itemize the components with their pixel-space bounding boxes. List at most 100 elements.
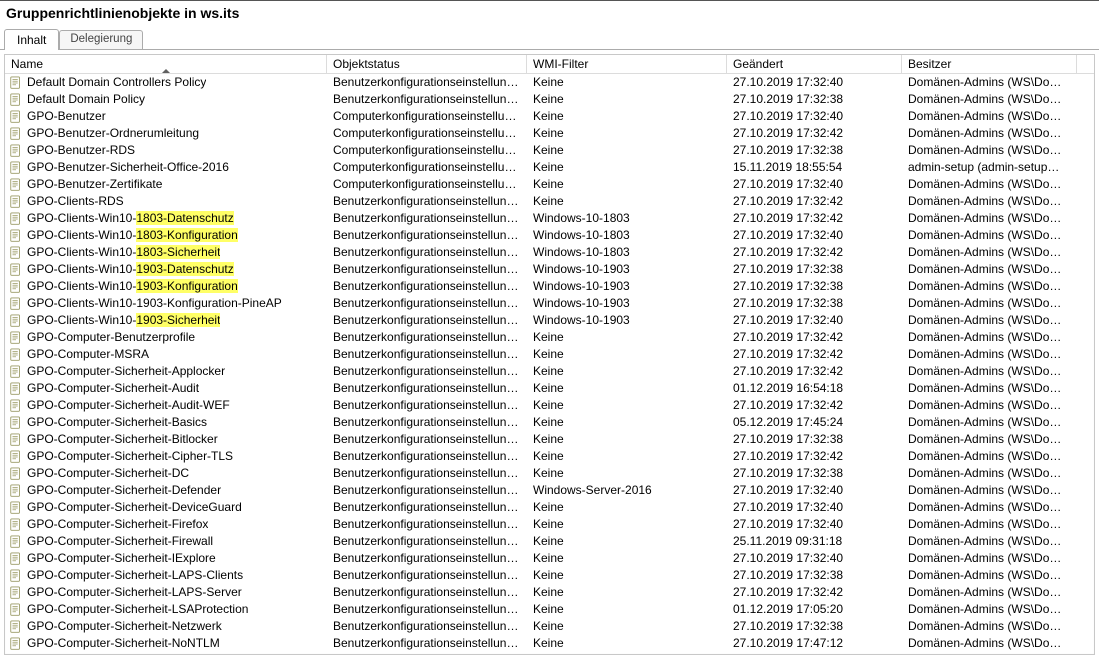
- table-row[interactable]: GPO-Clients-Win10-1903-Sicherheit Benutze…: [5, 312, 1094, 329]
- cell-name: GPO-Computer-Sicherheit-IExplore: [5, 550, 327, 567]
- cell-status: Benutzerkonfigurationseinstellungen d...: [327, 227, 527, 244]
- cell-owner: Domänen-Admins (WS\Domäne...: [902, 278, 1077, 295]
- cell-status: Benutzerkonfigurationseinstellungen d...: [327, 278, 527, 295]
- cell-name: GPO-Clients-Win10-1903-Sicherheit: [5, 312, 327, 329]
- table-row[interactable]: GPO-Computer-Sicherheit-FirefoxBenutzerk…: [5, 516, 1094, 533]
- table-row[interactable]: GPO-Computer-Sicherheit-LAPS-ClientsBenu…: [5, 567, 1094, 584]
- gpo-icon: [9, 348, 23, 362]
- table-row[interactable]: GPO-Computer-BenutzerprofileBenutzerkonf…: [5, 329, 1094, 346]
- table-row[interactable]: GPO-Computer-Sicherheit-BasicsBenutzerko…: [5, 414, 1094, 431]
- gpo-name-text: Default Domain Controllers Policy: [27, 74, 206, 91]
- column-header-status[interactable]: Objektstatus: [327, 55, 527, 73]
- gpo-icon: [9, 280, 23, 294]
- cell-name: GPO-Computer-Sicherheit-LSAProtection: [5, 601, 327, 618]
- cell-status: Benutzerkonfigurationseinstellungen d...: [327, 312, 527, 329]
- cell-wmi: Keine: [527, 125, 727, 142]
- cell-name: GPO-Clients-Win10-1803-Datenschutz: [5, 210, 327, 227]
- cell-modified: 27.10.2019 17:32:40: [727, 550, 902, 567]
- cell-modified: 27.10.2019 17:32:38: [727, 295, 902, 312]
- cell-modified: 27.10.2019 17:32:42: [727, 448, 902, 465]
- cell-wmi: Keine: [527, 550, 727, 567]
- table-row[interactable]: GPO-Clients-RDSBenutzerkonfigurationsein…: [5, 193, 1094, 210]
- cell-owner: Domänen-Admins (WS\Domäne...: [902, 329, 1077, 346]
- gpo-icon: [9, 365, 23, 379]
- cell-status: Computerkonfigurationseinstellungen d...: [327, 125, 527, 142]
- cell-wmi: Keine: [527, 108, 727, 125]
- table-row[interactable]: GPO-Computer-MSRABenutzerkonfigurationse…: [5, 346, 1094, 363]
- cell-name: GPO-Benutzer-Zertifikate: [5, 176, 327, 193]
- table-row[interactable]: GPO-Computer-Sicherheit-IExploreBenutzer…: [5, 550, 1094, 567]
- cell-status: Benutzerkonfigurationseinstellungen d...: [327, 448, 527, 465]
- tab-delegation[interactable]: Delegierung: [59, 30, 143, 49]
- column-header-modified[interactable]: Geändert: [727, 55, 902, 73]
- cell-name: GPO-Computer-Sicherheit-DC: [5, 465, 327, 482]
- table-row[interactable]: GPO-Computer-Sicherheit-DeviceGuardBenut…: [5, 499, 1094, 516]
- column-header-wmi[interactable]: WMI-Filter: [527, 55, 727, 73]
- cell-status: Computerkonfigurationseinstellungen d...: [327, 159, 527, 176]
- cell-name: GPO-Clients-Win10-1903-Datenschutz: [5, 261, 327, 278]
- cell-wmi: Keine: [527, 601, 727, 618]
- cell-status: Benutzerkonfigurationseinstellungen d...: [327, 91, 527, 108]
- column-header-name[interactable]: Name: [5, 55, 327, 73]
- gpo-name-text: GPO-Computer-Sicherheit-Audit-WEF: [27, 397, 230, 414]
- table-row[interactable]: GPO-Clients-Win10-1803-DatenschutzBenutz…: [5, 210, 1094, 227]
- table-row[interactable]: GPO-Clients-Win10-1803-SicherheitBenutze…: [5, 244, 1094, 261]
- table-row[interactable]: GPO-Computer-Sicherheit-AuditBenutzerkon…: [5, 380, 1094, 397]
- gpmc-window: Gruppenrichtlinienobjekte in ws.its Inha…: [0, 0, 1099, 659]
- cell-owner: Domänen-Admins (WS\Domäne...: [902, 346, 1077, 363]
- gpo-icon: [9, 569, 23, 583]
- cell-owner: admin-setup (admin-setup@ws.its): [902, 159, 1077, 176]
- gpo-name-text: GPO-Clients-Win10-1903-Sicherheit: [27, 312, 220, 329]
- gpo-icon: [9, 76, 23, 90]
- table-row[interactable]: GPO-Computer-Sicherheit-NetzwerkBenutzer…: [5, 618, 1094, 635]
- cell-name: GPO-Computer-Benutzerprofile: [5, 329, 327, 346]
- table-row[interactable]: GPO-Computer-Sicherheit-LSAProtectionBen…: [5, 601, 1094, 618]
- table-row[interactable]: GPO-Computer-Sicherheit-Audit-WEFBenutze…: [5, 397, 1094, 414]
- list-body[interactable]: Default Domain Controllers Policy Benutze…: [5, 74, 1094, 654]
- table-row[interactable]: GPO-Computer-Sicherheit-DefenderBenutzer…: [5, 482, 1094, 499]
- cell-modified: 27.10.2019 17:32:42: [727, 244, 902, 261]
- gpo-icon: [9, 467, 23, 481]
- table-row[interactable]: GPO-Computer-Sicherheit-LAPS-ServerBenut…: [5, 584, 1094, 601]
- table-row[interactable]: GPO-Clients-Win10-1803-KonfigurationBenu…: [5, 227, 1094, 244]
- cell-modified: 27.10.2019 17:32:38: [727, 91, 902, 108]
- cell-owner: Domänen-Admins (WS\Domäne...: [902, 601, 1077, 618]
- table-row[interactable]: GPO-Benutzer-Sicherheit-Office-2016Compu…: [5, 159, 1094, 176]
- table-row[interactable]: GPO-Computer-Sicherheit-NoNTLMBenutzerko…: [5, 635, 1094, 652]
- table-row[interactable]: GPO-Benutzer-ZertifikateComputerkonfigur…: [5, 176, 1094, 193]
- table-row[interactable]: GPO-Computer-Sicherheit-Cipher-TLSBenutz…: [5, 448, 1094, 465]
- table-row[interactable]: Default Domain PolicyBenutzerkonfigurati…: [5, 91, 1094, 108]
- table-row[interactable]: GPO-Clients-Win10-1903-Konfiguration-Pin…: [5, 295, 1094, 312]
- cell-wmi: Keine: [527, 397, 727, 414]
- cell-status: Benutzerkonfigurationseinstellungen d...: [327, 346, 527, 363]
- cell-modified: 27.10.2019 17:32:40: [727, 176, 902, 193]
- column-header-owner[interactable]: Besitzer: [902, 55, 1077, 73]
- gpo-name-text: GPO-Benutzer-Zertifikate: [27, 176, 162, 193]
- gpo-icon: [9, 416, 23, 430]
- gpo-name-text: GPO-Computer-Sicherheit-Firefox: [27, 516, 208, 533]
- cell-name: GPO-Benutzer: [5, 108, 327, 125]
- cell-status: Benutzerkonfigurationseinstellungen d...: [327, 601, 527, 618]
- cell-status: Benutzerkonfigurationseinstellungen d...: [327, 210, 527, 227]
- page-title: Gruppenrichtlinienobjekte in ws.its: [0, 1, 1099, 27]
- table-row[interactable]: GPO-Computer-Sicherheit-BitlockerBenutze…: [5, 431, 1094, 448]
- table-row[interactable]: GPO-Computer-Sicherheit-DCBenutzerkonfig…: [5, 465, 1094, 482]
- table-row[interactable]: GPO-Computer-Sicherheit-ApplockerBenutze…: [5, 363, 1094, 380]
- table-row[interactable]: Default Domain Controllers PolicyBenutze…: [5, 74, 1094, 91]
- cell-modified: 27.10.2019 17:32:42: [727, 125, 902, 142]
- cell-owner: Domänen-Admins (WS\Domäne...: [902, 618, 1077, 635]
- table-row[interactable]: GPO-Clients-Win10-1903-KonfigurationBenu…: [5, 278, 1094, 295]
- tab-content[interactable]: Inhalt: [4, 29, 59, 50]
- table-row[interactable]: GPO-Computer-Sicherheit-FirewallBenutzer…: [5, 533, 1094, 550]
- cell-status: Benutzerkonfigurationseinstellungen d...: [327, 261, 527, 278]
- table-row[interactable]: GPO-Benutzer-OrdnerumleitungComputerkonf…: [5, 125, 1094, 142]
- cell-status: Benutzerkonfigurationseinstellungen d...: [327, 244, 527, 261]
- cell-status: Computerkonfigurationseinstellungen d...: [327, 142, 527, 159]
- gpo-name-text: GPO-Computer-Sicherheit-Defender: [27, 482, 221, 499]
- table-row[interactable]: GPO-Benutzer-RDSComputerkonfigurationsei…: [5, 142, 1094, 159]
- table-row[interactable]: GPO-Clients-Win10-1903-DatenschutzBenutz…: [5, 261, 1094, 278]
- gpo-icon: [9, 603, 23, 617]
- cell-wmi: Keine: [527, 635, 727, 652]
- table-row[interactable]: GPO-BenutzerComputerkonfigurationseinste…: [5, 108, 1094, 125]
- gpo-name-text: GPO-Computer-Sicherheit-DC: [27, 465, 189, 482]
